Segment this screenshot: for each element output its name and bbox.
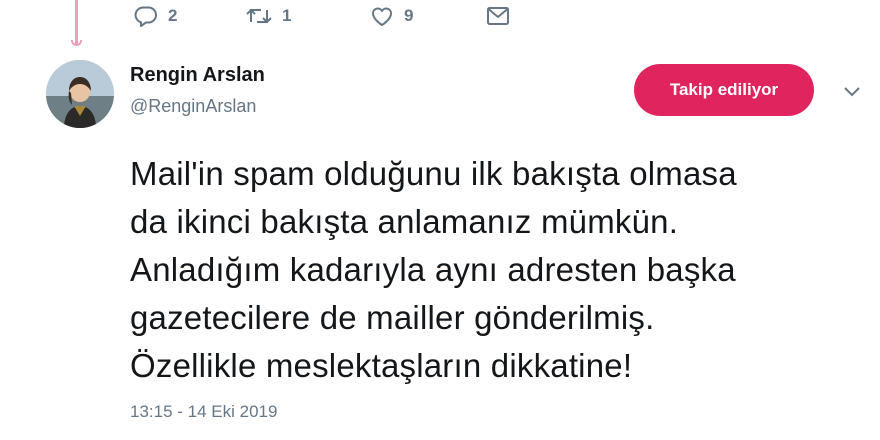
thread-connector-line <box>75 0 78 44</box>
retweet-icon <box>246 8 272 24</box>
like-count: 9 <box>404 6 414 25</box>
direct-message-button[interactable] <box>486 4 510 28</box>
author-name[interactable]: Rengin Arslan <box>130 64 265 87</box>
author-handle[interactable]: @RenginArslan <box>130 96 256 117</box>
chevron-down-icon[interactable] <box>842 84 862 98</box>
previous-tweet-actions: 2 1 9 <box>134 4 510 28</box>
reply-icon <box>134 6 157 27</box>
reply-button[interactable]: 2 <box>134 4 246 28</box>
like-icon <box>372 7 392 26</box>
thread-connector-end <box>71 40 82 46</box>
tweet-text: Mail'in spam olduğunu ilk bakışta olmasa… <box>130 155 737 384</box>
avatar[interactable] <box>46 60 114 128</box>
following-button[interactable]: Takip ediliyor <box>634 64 814 116</box>
tweet-timestamp[interactable]: 13:15 - 14 Eki 2019 <box>130 402 277 422</box>
retweet-button[interactable]: 1 <box>246 4 370 28</box>
direct-message-icon <box>487 7 509 25</box>
reply-count: 2 <box>168 6 178 25</box>
retweet-count: 1 <box>282 6 292 25</box>
like-button[interactable]: 9 <box>370 4 486 28</box>
